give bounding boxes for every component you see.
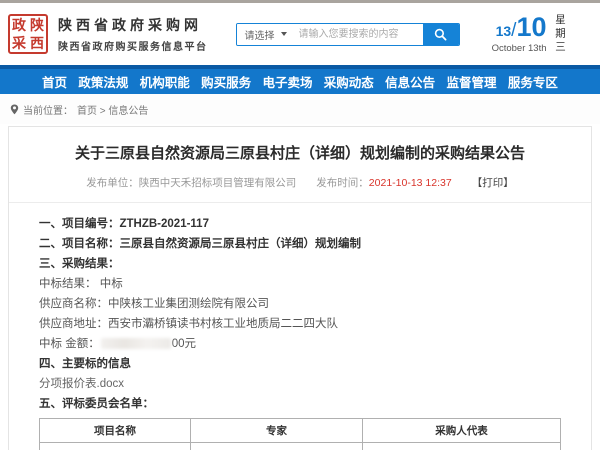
logo-char: 西: [28, 34, 46, 52]
site-subtitle: 陕西省政府购买服务信息平台: [58, 38, 208, 53]
date-english: October 13th: [492, 43, 547, 54]
redacted-amount: [101, 338, 171, 349]
supplier-address-line: 供应商地址：西安市灞桥镇读书村核工业地质局二二四大队: [39, 318, 561, 330]
nav-item-supervision[interactable]: 监督管理: [447, 72, 497, 91]
date-weekday: 星期三: [555, 14, 566, 55]
search-category-select[interactable]: 请选择: [237, 24, 295, 45]
article-title: 关于三原县自然资源局三原县村庄（详细）规划编制的采购结果公告: [9, 142, 591, 163]
cell-project-name: 三原县自然资源局三原县村庄（详细）规划编制: [40, 443, 191, 450]
breadcrumb: 当前位置： 首页 > 信息公告: [0, 94, 600, 124]
committee-table: 项目名称 专家 采购人代表 三原县自然资源局三原县村庄（详细）规划编制 崔芳芳、…: [39, 418, 561, 450]
breadcrumb-path[interactable]: 首页 > 信息公告: [77, 102, 148, 117]
table-row: 三原县自然资源局三原县村庄（详细）规划编制 崔芳芳、杜晓丽、魏晓英、吴枫彩、余杨…: [40, 443, 561, 450]
nav-item-policy-laws[interactable]: 政策法规: [78, 72, 128, 91]
search-input[interactable]: [295, 24, 423, 45]
publish-time: 发布时间：2021-10-13 12:37: [316, 175, 451, 190]
nav-item-service-zone[interactable]: 服务专区: [508, 72, 558, 91]
section4-heading: 四、主要标的信息: [39, 358, 561, 370]
project-number-line: 一、项目编号：ZTHZB-2021-117: [39, 218, 561, 230]
logo-char: 陕: [28, 16, 46, 34]
nav-item-home[interactable]: 首页: [42, 72, 67, 91]
bid-amount-line: 中标 金额：00元: [39, 338, 561, 350]
breadcrumb-label: 当前位置：: [23, 102, 73, 117]
procurement-result-heading: 三、采购结果：: [39, 258, 561, 270]
nav-item-info-announcements[interactable]: 信息公告: [385, 72, 435, 91]
col-header-purchaser-reps: 采购人代表: [363, 419, 561, 443]
logo-char: 政: [10, 16, 28, 34]
chevron-down-icon: [281, 32, 287, 36]
col-header-experts: 专家: [191, 419, 363, 443]
site-header: 政 陕 采 西 陕西省政府采购网 陕西省政府购买服务信息平台 请选择 13/10…: [0, 3, 600, 65]
col-header-project-name: 项目名称: [40, 419, 191, 443]
print-button[interactable]: 【打印】: [472, 175, 514, 190]
site-identity: 陕西省政府采购网 陕西省政府购买服务信息平台: [58, 15, 208, 53]
nav-item-procurement-news[interactable]: 采购动态: [324, 72, 374, 91]
publish-time-value: 2021-10-13 12:37: [369, 177, 452, 189]
site-logo-seal: 政 陕 采 西: [8, 14, 48, 54]
cell-experts: 崔芳芳、杜晓丽、魏晓英、吴枫彩、余杨文: [191, 443, 363, 450]
search-icon: [434, 28, 447, 41]
main-navigation: 首页 政策法规 机构职能 购买服务 电子卖场 采购动态 信息公告 监督管理 服务…: [0, 65, 600, 94]
section5-heading: 五、评标委员会名单：: [39, 398, 561, 410]
attachment-link[interactable]: 分项报价表.docx: [39, 378, 124, 390]
search-bar: 请选择: [236, 23, 460, 46]
nav-item-e-marketplace[interactable]: 电子卖场: [262, 72, 312, 91]
date-month: 10: [516, 12, 546, 42]
location-pin-icon: [10, 104, 19, 115]
date-numeric: 13/10: [492, 14, 547, 41]
nav-item-org-functions[interactable]: 机构职能: [140, 72, 190, 91]
project-name-line: 二、项目名称：三原县自然资源局三原县村庄（详细）规划编制: [39, 238, 561, 250]
table-header-row: 项目名称 专家 采购人代表: [40, 419, 561, 443]
logo-char: 采: [10, 34, 28, 52]
publisher: 发布单位：陕西中天禾招标项目管理有限公司: [86, 175, 296, 190]
article-body: 一、项目编号：ZTHZB-2021-117 二、项目名称：三原县自然资源局三原县…: [9, 203, 591, 450]
date-day: 13: [496, 23, 512, 39]
supplier-name-line: 供应商名称：中陕核工业集团测绘院有限公司: [39, 298, 561, 310]
nav-item-purchase-services[interactable]: 购买服务: [201, 72, 251, 91]
search-select-label: 请选择: [245, 27, 275, 42]
cell-purchaser-reps: 李磊、路井涛: [363, 443, 561, 450]
search-button[interactable]: [423, 24, 459, 45]
date-widget: 13/10 October 13th 星期三: [492, 14, 590, 55]
article-card: 关于三原县自然资源局三原县村庄（详细）规划编制的采购结果公告 发布单位：陕西中天…: [8, 126, 592, 450]
article-meta: 发布单位：陕西中天禾招标项目管理有限公司 发布时间：2021-10-13 12:…: [9, 175, 591, 190]
site-name: 陕西省政府采购网: [58, 15, 208, 35]
bid-result-line: 中标结果： 中标: [39, 278, 561, 290]
